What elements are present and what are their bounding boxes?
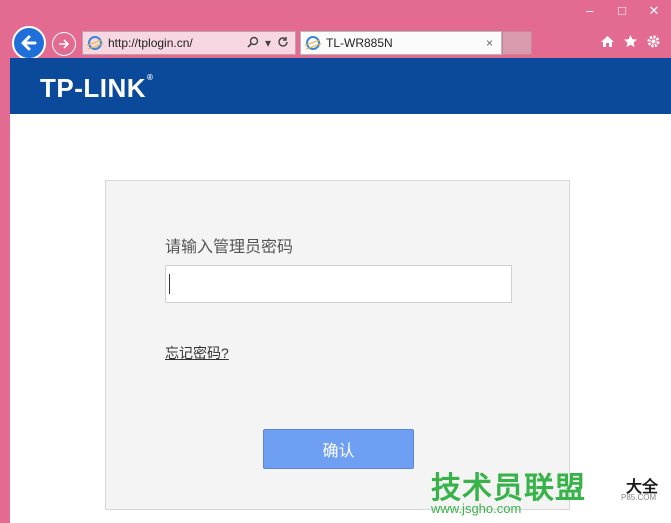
browser-toolbar: http://tplogin.cn/ ▾ TL-WR885N × — [0, 24, 671, 60]
address-bar[interactable]: http://tplogin.cn/ ▾ — [82, 31, 296, 55]
forward-button[interactable] — [52, 32, 76, 56]
password-prompt: 请输入管理员密码 — [165, 239, 294, 256]
home-icon[interactable] — [600, 34, 615, 49]
confirm-button[interactable]: 确认 — [263, 429, 414, 469]
ie-site-icon — [88, 36, 102, 50]
tp-link-logo: TP-LINK® — [40, 73, 153, 104]
text-caret — [169, 274, 170, 294]
minimize-button[interactable]: – — [581, 4, 599, 18]
tab-close-icon[interactable]: × — [486, 36, 493, 50]
tab-title: TL-WR885N — [326, 36, 393, 50]
logo-registered: ® — [147, 73, 154, 82]
watermark-url-small: P85.COM — [621, 493, 657, 502]
address-tools: ▾ — [247, 36, 289, 50]
brand-header: TP-LINK® — [10, 58, 671, 114]
star-icon[interactable] — [623, 34, 638, 49]
browser-right-icons — [600, 34, 661, 49]
back-arrow-icon — [21, 35, 37, 51]
forgot-password-link[interactable]: 忘记密码? — [165, 343, 229, 363]
maximize-button[interactable]: □ — [613, 4, 631, 18]
new-tab-button[interactable] — [502, 31, 532, 55]
refresh-icon[interactable] — [277, 36, 289, 48]
dropdown-icon[interactable]: ▾ — [265, 36, 271, 50]
logo-text: TP-LINK — [40, 73, 147, 103]
tab-site-icon — [306, 36, 320, 50]
watermark-url: www.jsgho.com — [431, 501, 522, 516]
browser-window: – □ ✕ http://tplogin.cn/ ▾ TL-WR885N × T… — [0, 0, 671, 523]
login-panel: 请输入管理员密码 忘记密码? 确认 — [105, 180, 570, 510]
address-url[interactable]: http://tplogin.cn/ — [108, 36, 247, 50]
watermark: 技术员联盟 大全 P85.COM www.jsgho.com — [431, 463, 671, 523]
search-icon[interactable] — [247, 36, 259, 48]
close-window-button[interactable]: ✕ — [645, 4, 663, 18]
gear-icon[interactable] — [646, 34, 661, 49]
page-content: TP-LINK® 请输入管理员密码 忘记密码? 确认 — [10, 58, 671, 523]
tab-active[interactable]: TL-WR885N × — [300, 31, 502, 55]
window-controls: – □ ✕ — [581, 4, 663, 18]
password-input[interactable] — [165, 265, 512, 303]
back-button[interactable] — [12, 26, 46, 60]
forward-arrow-icon — [59, 39, 70, 49]
